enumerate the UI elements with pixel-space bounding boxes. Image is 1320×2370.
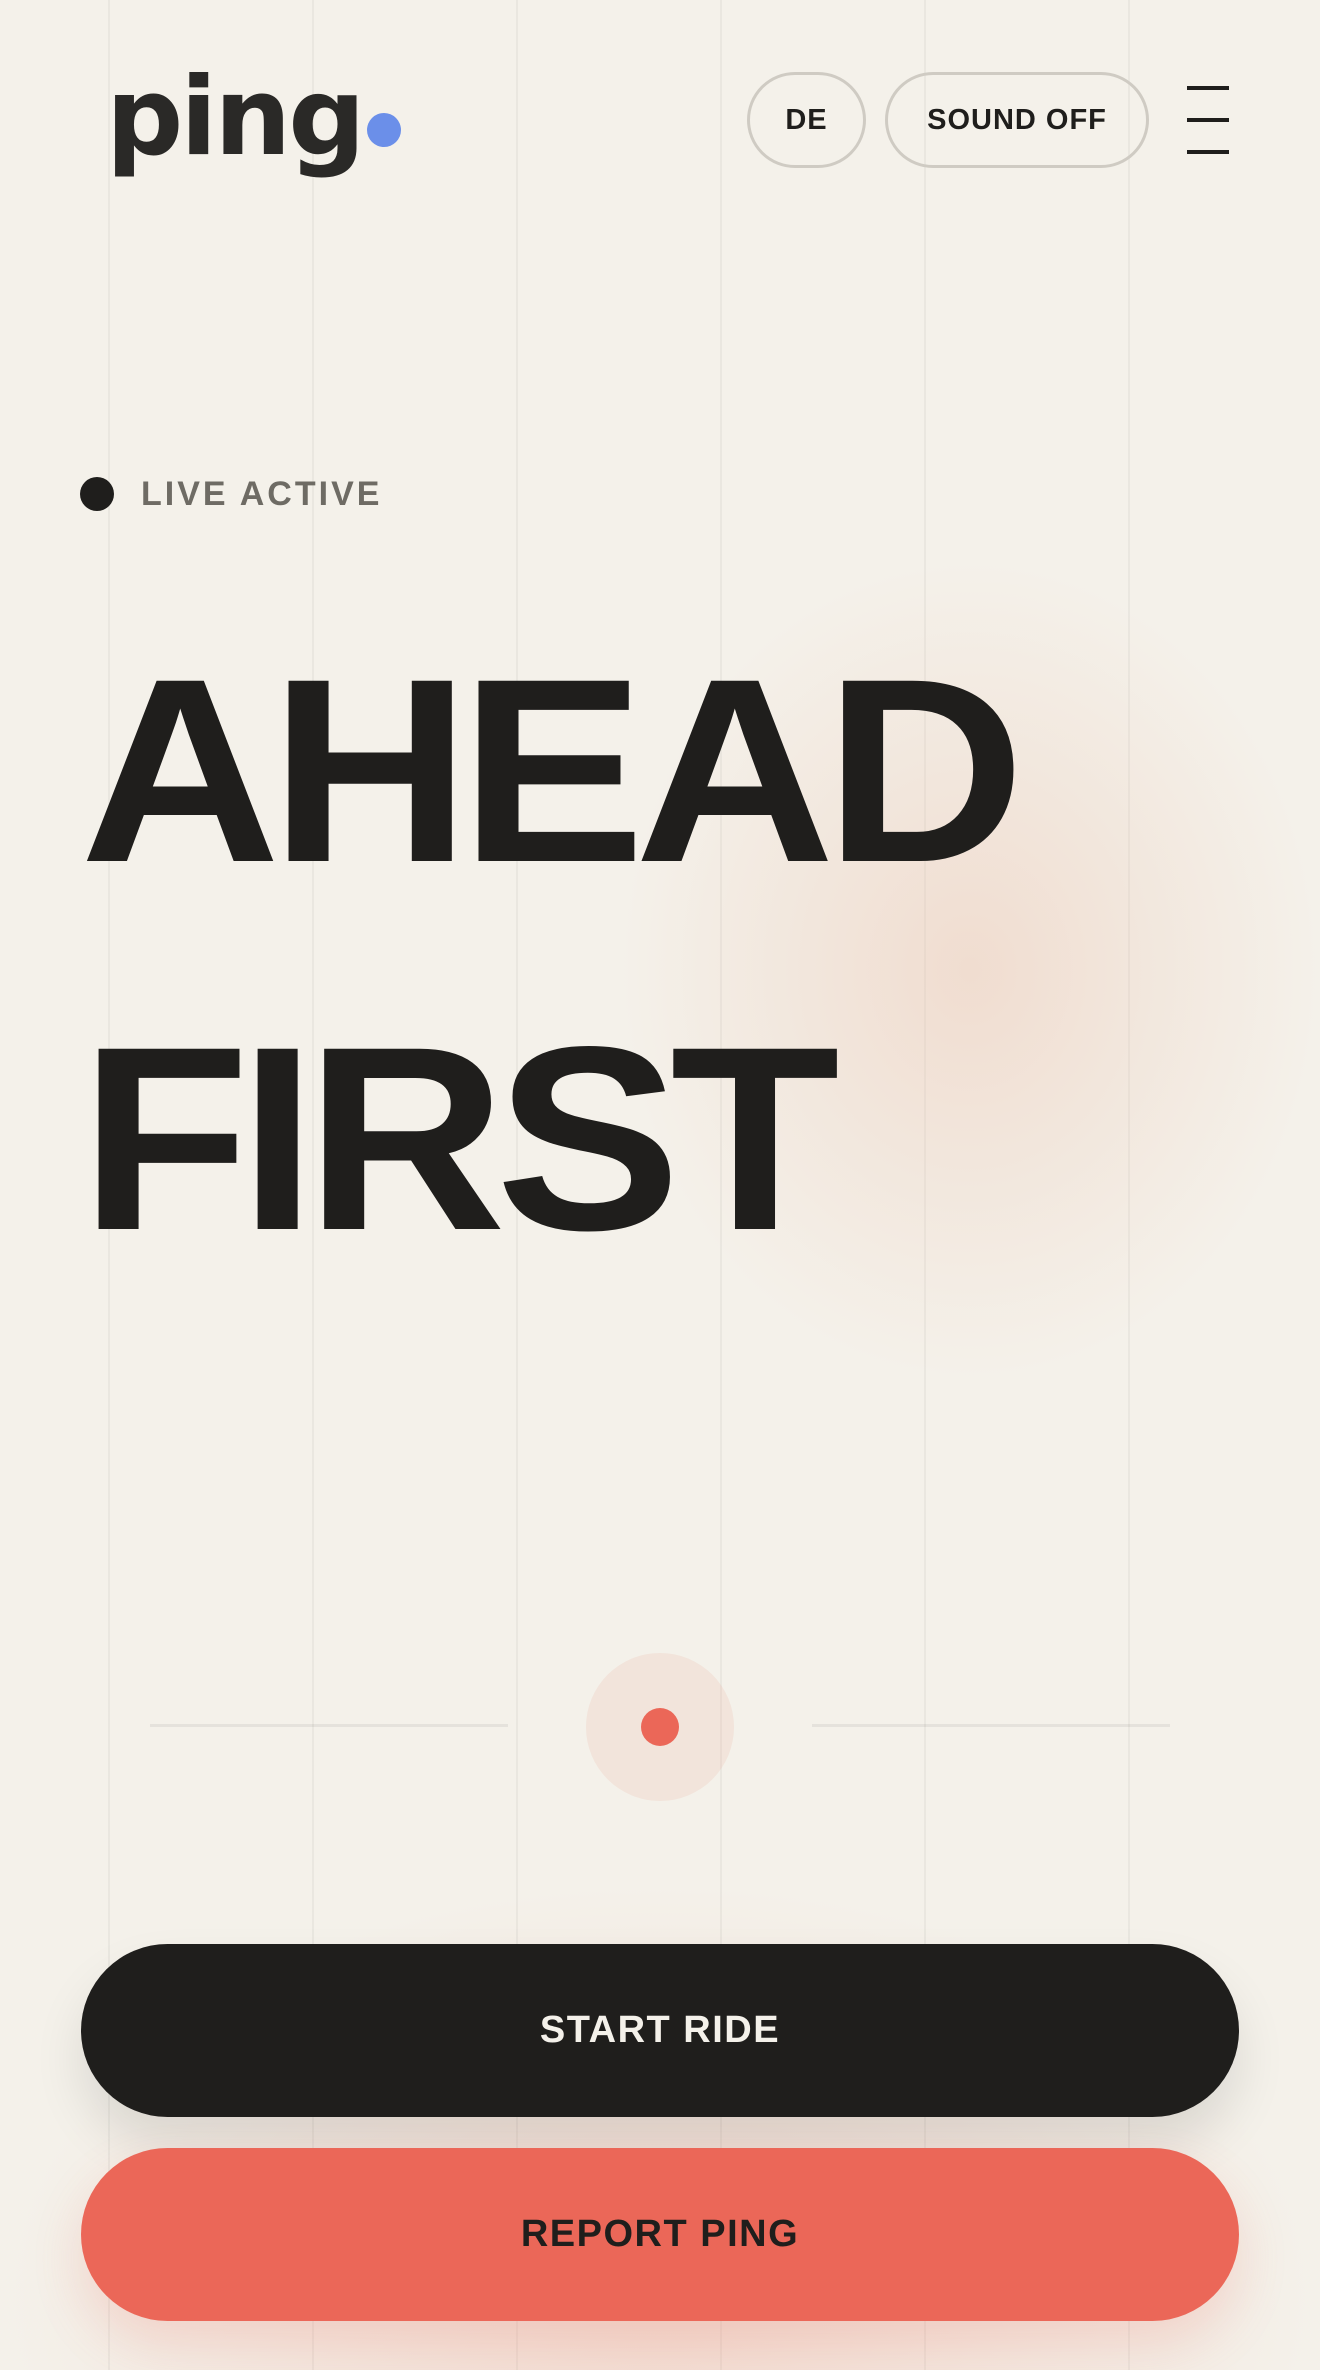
menu-bar-bottom <box>1187 150 1229 154</box>
logo-wordmark: ping <box>106 55 366 180</box>
indicator-line-right <box>812 1724 1170 1727</box>
live-status-label: LIVE ACTIVE <box>141 474 383 513</box>
headline-line-1: AHEAD <box>80 624 1025 917</box>
ping-logo[interactable]: ping <box>106 56 401 196</box>
live-status: LIVE ACTIVE <box>80 474 382 514</box>
indicator-line-left <box>150 1724 508 1727</box>
language-toggle-button[interactable]: DE <box>747 72 866 168</box>
live-indicator-dot-icon <box>80 477 114 511</box>
menu-bar-top <box>1187 86 1229 90</box>
logo-dot-icon <box>366 113 401 147</box>
hamburger-menu-icon[interactable] <box>1187 84 1229 156</box>
report-ping-button[interactable]: REPORT PING <box>81 2148 1239 2321</box>
ping-dot-icon <box>641 1708 679 1746</box>
sound-toggle-button[interactable]: SOUND OFF <box>885 72 1149 168</box>
ping-indicator <box>0 1650 1320 1801</box>
start-ride-button[interactable]: START RIDE <box>81 1944 1239 2117</box>
top-bar: ping DE SOUND OFF <box>0 0 1320 240</box>
headline-line-2: FIRST <box>80 992 840 1285</box>
hero-headline: AHEAD FIRST <box>80 640 1025 1376</box>
menu-bar-middle <box>1187 118 1229 122</box>
